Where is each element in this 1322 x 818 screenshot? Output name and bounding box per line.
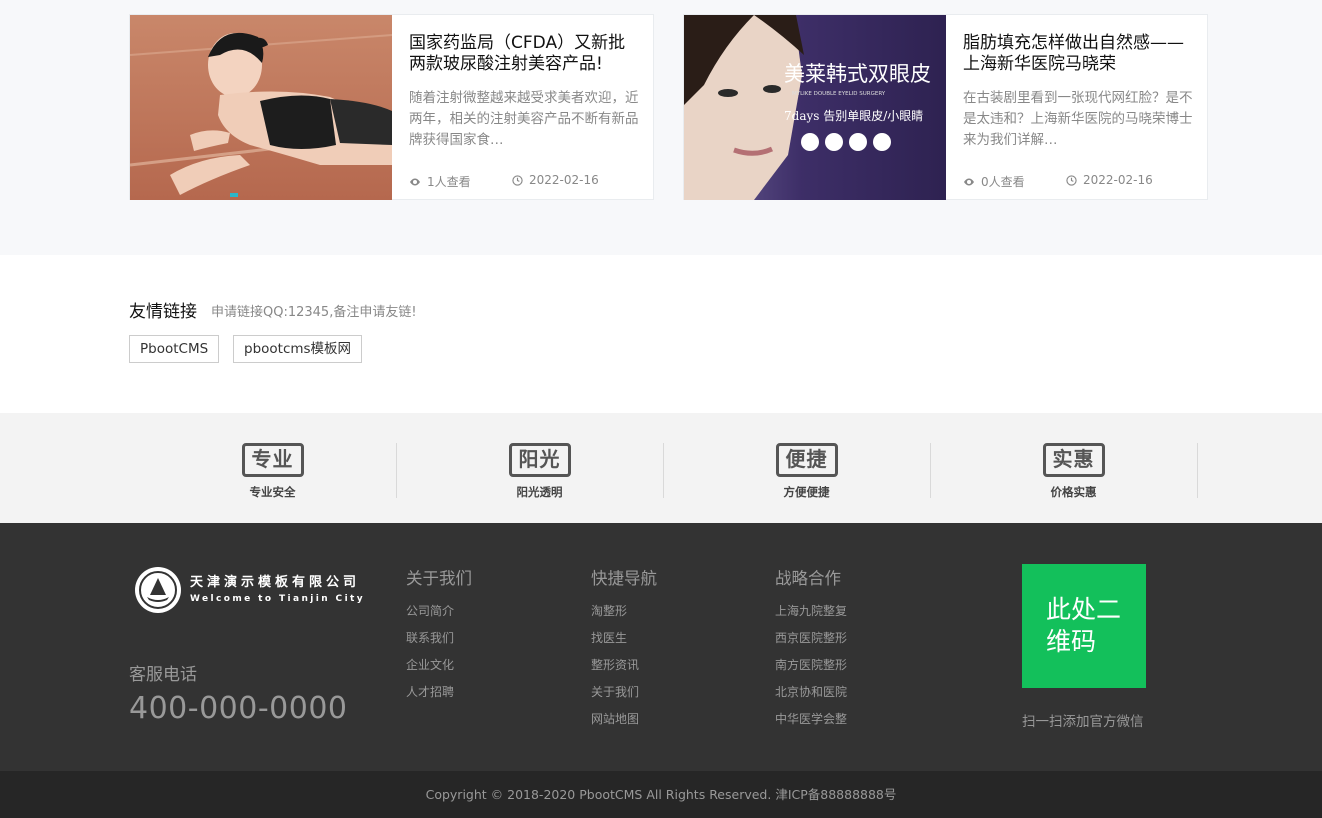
footer-link[interactable]: 西京医院整形 [775, 625, 847, 652]
clock-icon [512, 175, 523, 186]
friend-links-section: 友情链接 申请链接QQ:12345,备注申请友链! PbootCMS pboot… [0, 255, 1322, 413]
feature-professional: 专业 专业安全 [139, 413, 406, 523]
news-description: 随着注射微整越来越受求美者欢迎，近两年，相关的注射美容产品不断有新品牌获得国家食… [409, 90, 639, 148]
copyright-bar: Copyright © 2018-2020 PbootCMS All Right… [0, 771, 1322, 818]
ship-icon [147, 578, 169, 602]
eye-icon [964, 178, 974, 186]
copyright-text: Copyright © 2018-2020 PbootCMS All Right… [425, 787, 897, 802]
footer-column-about: 关于我们 公司简介 联系我们 企业文化 人才招聘 [406, 565, 472, 706]
feature-affordable: 实惠 价格实惠 [940, 413, 1207, 523]
feature-badge-icon: 阳光 [508, 443, 571, 477]
divider [930, 443, 931, 498]
footer-column-title: 战略合作 [775, 569, 841, 588]
footer-link[interactable]: 整形资讯 [591, 652, 657, 679]
news-body: 脂肪填充怎样做出自然感——上海新华医院马晓荣 在古装剧里看到一张现代网红脸？是不… [963, 33, 1193, 151]
news-description: 在古装剧里看到一张现代网红脸？是不是太违和？上海新华医院的马晓荣博士来为我们详解… [963, 90, 1193, 148]
feature-caption: 方便便捷 [783, 485, 830, 499]
footer-link[interactable]: 上海九院整复 [775, 598, 847, 625]
footer-link[interactable]: 淘整形 [591, 598, 657, 625]
news-section: 国家药监局（CFDA）又新批两款玻尿酸注射美容产品! 随着注射微整越来越受求美者… [0, 0, 1322, 255]
footer-link[interactable]: 公司简介 [406, 598, 472, 625]
feature-caption: 价格实惠 [1050, 485, 1097, 499]
footer-link[interactable]: 网站地图 [591, 706, 657, 733]
divider [396, 443, 397, 498]
divider [663, 443, 664, 498]
divider [1197, 443, 1198, 498]
footer-link[interactable]: 企业文化 [406, 652, 472, 679]
friend-links-apply-note: 申请链接QQ:12345,备注申请友链! [211, 305, 417, 320]
friend-link-pbootcms[interactable]: PbootCMS [129, 335, 220, 363]
wechat-qr-code: 此处二维码 [1022, 564, 1146, 688]
logo-emblem [139, 571, 177, 609]
news-thumbnail[interactable]: 美莱韩式双眼皮 MYLIKE DOUBLE EYELID SURGERY 7da… [684, 15, 946, 200]
footer-column-title: 快捷导航 [591, 569, 657, 588]
news-views: 0人查看 [963, 173, 1025, 190]
footer-link[interactable]: 中华医学会整 [775, 706, 847, 733]
feature-badge-icon: 专业 [241, 443, 304, 477]
double-eyelid-banner-image: 美莱韩式双眼皮 MYLIKE DOUBLE EYELID SURGERY 7da… [684, 15, 946, 200]
feature-caption: 阳光透明 [516, 485, 563, 499]
footer-column-quicknav: 快捷导航 淘整形 找医生 整形资讯 关于我们 网站地图 [591, 565, 657, 733]
footer-link[interactable]: 南方医院整形 [775, 652, 847, 679]
feature-convenient: 便捷 方便便捷 [673, 413, 940, 523]
friend-link-pbootcms-templates[interactable]: pbootcms模板网 [233, 335, 363, 363]
footer-link[interactable]: 联系我们 [406, 625, 472, 652]
site-footer: 天津演示模板有限公司 Welcome to Tianjin City 客服电话 … [0, 523, 1322, 771]
friend-links-heading: 友情链接 [129, 302, 197, 322]
news-views: 1人查看 [409, 173, 471, 190]
banner-english: MYLIKE DOUBLE EYELID SURGERY [792, 91, 886, 97]
service-phone-label: 客服电话 [129, 665, 197, 685]
news-thumbnail[interactable] [130, 15, 392, 200]
features-band: 专业 专业安全 阳光 阳光透明 便捷 方便便捷 实惠 价格实惠 [0, 413, 1322, 523]
eye-icon [410, 178, 420, 186]
footer-column-partners: 战略合作 上海九院整复 西京医院整形 南方医院整形 北京协和医院 中华医学会整 [775, 565, 847, 733]
footer-link[interactable]: 北京协和医院 [775, 679, 847, 706]
banner-headline: 美莱韩式双眼皮 [784, 62, 931, 86]
news-date-text: 2022-02-16 [1083, 173, 1153, 187]
qr-caption: 扫一扫添加官方微信 [1022, 714, 1144, 730]
banner-subline: 7days 告别单眼皮/小眼睛 [784, 109, 923, 123]
news-date: 2022-02-16 [512, 173, 599, 187]
service-phone-number: 400-000-0000 [129, 691, 348, 726]
feature-sunshine: 阳光 阳光透明 [406, 413, 673, 523]
footer-link[interactable]: 找医生 [591, 625, 657, 652]
qr-placeholder-text: 此处二维码 [1046, 595, 1122, 656]
footer-column-title: 关于我们 [406, 569, 472, 588]
feature-badge-icon: 实惠 [1042, 443, 1105, 477]
clock-icon [1066, 175, 1077, 186]
news-date-text: 2022-02-16 [529, 173, 599, 187]
fitness-woman-image [130, 15, 392, 200]
company-logo-icon[interactable] [135, 567, 181, 613]
news-views-text: 1人查看 [427, 175, 471, 189]
news-card[interactable]: 国家药监局（CFDA）又新批两款玻尿酸注射美容产品! 随着注射微整越来越受求美者… [129, 14, 654, 200]
footer-link[interactable]: 人才招聘 [406, 679, 472, 706]
feature-caption: 专业安全 [249, 485, 296, 499]
company-slogan: Welcome to Tianjin City [190, 594, 366, 604]
footer-link[interactable]: 关于我们 [591, 679, 657, 706]
news-title[interactable]: 国家药监局（CFDA）又新批两款玻尿酸注射美容产品! [409, 33, 639, 75]
news-date: 2022-02-16 [1066, 173, 1153, 187]
news-card[interactable]: 美莱韩式双眼皮 MYLIKE DOUBLE EYELID SURGERY 7da… [683, 14, 1208, 200]
company-name: 天津演示模板有限公司 [190, 575, 361, 590]
news-views-text: 0人查看 [981, 175, 1025, 189]
feature-badge-icon: 便捷 [775, 443, 838, 477]
news-title[interactable]: 脂肪填充怎样做出自然感——上海新华医院马晓荣 [963, 33, 1193, 75]
news-body: 国家药监局（CFDA）又新批两款玻尿酸注射美容产品! 随着注射微整越来越受求美者… [409, 33, 639, 151]
